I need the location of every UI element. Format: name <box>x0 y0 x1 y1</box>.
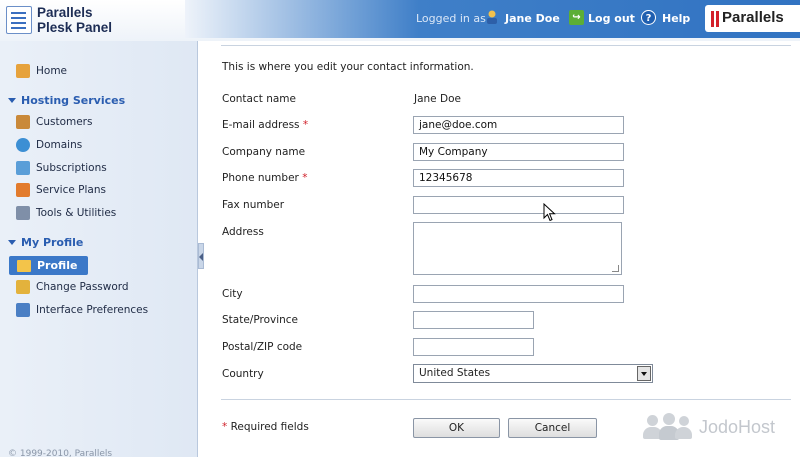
sidebar-item-interface-preferences[interactable]: Interface Preferences <box>16 301 148 319</box>
sidebar-collapse-handle[interactable] <box>198 243 204 269</box>
email-field[interactable]: jane@doe.com <box>413 116 624 134</box>
domains-icon <box>16 138 30 152</box>
user-name-link[interactable]: Jane Doe <box>505 12 560 25</box>
chevron-down-icon <box>8 240 16 245</box>
section-hosting-services[interactable]: Hosting Services <box>8 94 125 107</box>
country-label: Country <box>222 368 264 380</box>
header: Parallels Plesk Panel Logged in as Jane … <box>0 0 800 41</box>
required-fields-note: * Required fields <box>222 421 309 433</box>
sidebar-item-home[interactable]: Home <box>16 62 67 80</box>
sidebar-item-subscriptions[interactable]: Subscriptions <box>16 159 107 177</box>
plesk-logo-icon <box>6 6 32 34</box>
section-my-profile[interactable]: My Profile <box>8 236 83 249</box>
user-icon <box>487 10 497 24</box>
help-link[interactable]: Help <box>662 12 690 25</box>
profile-card-icon <box>17 259 31 272</box>
email-label: E-mail address * <box>222 119 309 131</box>
state-field[interactable] <box>413 311 534 329</box>
address-field[interactable] <box>413 222 622 275</box>
chevron-down-icon <box>8 98 16 103</box>
logged-in-label: Logged in as <box>416 12 486 25</box>
fax-label: Fax number <box>222 199 285 211</box>
parallels-bars-icon <box>711 11 719 27</box>
copyright: © 1999-2010, Parallels <box>8 449 113 459</box>
city-label: City <box>222 288 243 300</box>
fax-field[interactable] <box>413 196 624 214</box>
preferences-icon <box>16 303 30 317</box>
contact-name-label: Contact name <box>222 93 296 105</box>
company-label: Company name <box>222 146 306 158</box>
zip-label: Postal/ZIP code <box>222 341 303 353</box>
intro-text: This is where you edit your contact info… <box>222 61 474 73</box>
zip-field[interactable] <box>413 338 534 356</box>
sidebar-item-tools-utilities[interactable]: Tools & Utilities <box>16 204 116 222</box>
sidebar-item-profile[interactable]: Profile <box>9 256 88 275</box>
sidebar-item-change-password[interactable]: Change Password <box>16 278 129 296</box>
mouse-cursor-icon <box>543 203 556 222</box>
sidebar-item-service-plans[interactable]: Service Plans <box>16 181 106 199</box>
country-select[interactable]: United States <box>413 364 653 383</box>
customers-icon <box>16 115 30 129</box>
key-icon <box>16 280 30 294</box>
people-icon <box>641 413 693 441</box>
logout-link[interactable]: Log out <box>588 12 635 25</box>
contact-name-value: Jane Doe <box>414 93 461 105</box>
address-label: Address <box>222 226 264 238</box>
tools-icon <box>16 206 30 220</box>
state-label: State/Province <box>222 314 299 326</box>
cancel-button[interactable]: Cancel <box>508 418 597 438</box>
jodohost-watermark: JodoHost <box>641 413 775 441</box>
subscriptions-icon <box>16 161 30 175</box>
app-title: Parallels Plesk Panel <box>37 5 113 35</box>
city-field[interactable] <box>413 285 624 303</box>
phone-field[interactable]: 12345678 <box>413 169 624 187</box>
help-icon[interactable]: ? <box>641 10 656 25</box>
ok-button[interactable]: OK <box>413 418 500 438</box>
phone-label: Phone number * <box>222 172 308 184</box>
bottom-divider <box>221 399 791 400</box>
dropdown-arrow-icon[interactable] <box>637 366 651 381</box>
service-plans-icon <box>16 183 30 197</box>
top-divider <box>221 45 791 46</box>
logout-icon[interactable]: ↪ <box>569 10 584 25</box>
company-field[interactable]: My Company <box>413 143 624 161</box>
sidebar-item-domains[interactable]: Domains <box>16 136 82 154</box>
home-icon <box>16 64 30 78</box>
parallels-brand-logo: Parallels <box>705 5 800 32</box>
sidebar-item-customers[interactable]: Customers <box>16 113 92 131</box>
